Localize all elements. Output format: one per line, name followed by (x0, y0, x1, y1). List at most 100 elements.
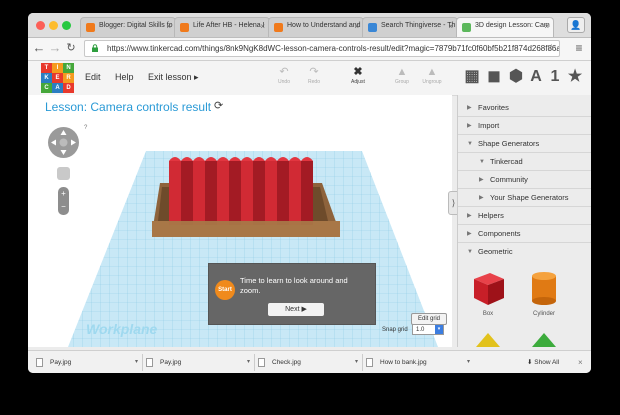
number-shape-icon[interactable]: 1 (547, 68, 563, 86)
blogger-icon (274, 23, 283, 32)
chevron-down-icon[interactable]: ▾ (135, 355, 138, 370)
logo-letter: N (63, 63, 74, 73)
undo-button[interactable]: ↶ Undo (272, 65, 296, 85)
orbit-control[interactable] (48, 127, 79, 158)
menu-help[interactable]: Help (115, 72, 134, 82)
close-tab-icon[interactable]: × (354, 22, 359, 31)
divider (362, 354, 363, 371)
zoom-window-button[interactable] (62, 21, 71, 30)
chevron-down-icon: ▾ (435, 325, 443, 334)
panel-item-community[interactable]: ▶ Community (458, 171, 591, 189)
panel-item-tinkercad[interactable]: ▼ Tinkercad (458, 153, 591, 171)
group-button[interactable]: ▲ Group (390, 65, 414, 85)
tab-3d-design-lesson[interactable]: 3D design Lesson: Cam × (456, 17, 554, 37)
workplane-canvas[interactable]: Lesson: Camera controls result ⟳ ? + − W… (28, 95, 452, 347)
bookmark-star-icon[interactable]: ☆ (547, 41, 556, 56)
file-icon (258, 358, 265, 367)
next-button[interactable]: Next ▶ (268, 303, 324, 316)
reload-icon[interactable]: ↻ (64, 40, 78, 56)
tab-thingiverse[interactable]: Search Thingiverse - Thi × (362, 17, 458, 37)
caret-right-icon: ▶ (467, 231, 472, 237)
snap-grid-select[interactable]: 1.0 ▾ (412, 324, 444, 335)
logo-letter: R (63, 73, 74, 83)
blogger-icon (86, 23, 95, 32)
shapes-panel: ▶ Favorites ▶ Import ▼ Shape Generators ▼ Ti… (457, 95, 591, 347)
snap-grid-label: Snap grid (382, 327, 408, 333)
tab-life-after-hb[interactable]: Life After HB - Helena I × (174, 17, 270, 37)
forward-icon[interactable]: → (48, 40, 62, 56)
logo-letter: C (41, 83, 52, 93)
text-shape-icon[interactable]: A (528, 68, 544, 86)
panel-item-components[interactable]: ▶ Components (458, 225, 591, 243)
tab-label: 3D design Lesson: Cam (475, 22, 550, 29)
browser-menu-icon[interactable]: ≡ (572, 40, 586, 56)
menu-edit[interactable]: Edit (85, 72, 101, 82)
tab-label: Life After HB - Helena I (193, 22, 265, 29)
zoom-in-icon[interactable]: + (58, 187, 69, 200)
shape-box[interactable]: Box (468, 267, 508, 317)
ungroup-icon: ▲ (426, 66, 438, 78)
logo-letter: I (52, 63, 63, 73)
tab-label: How to Understand and (287, 22, 361, 29)
shape-cylinder[interactable]: Cylinder (524, 267, 564, 317)
zoom-control[interactable]: + − (58, 187, 69, 215)
tab-strip: Blogger: Digital Skills fo × Life After … (28, 13, 591, 38)
show-all-button[interactable]: ⬇ Show All (527, 355, 559, 370)
chevron-down-icon[interactable]: ▾ (467, 355, 470, 370)
close-tab-icon[interactable]: × (448, 22, 453, 31)
tinkercad-toolbar: T I N K E R C A D Edit Help Exit lesson … (28, 61, 591, 96)
chevron-down-icon[interactable]: ▾ (355, 355, 358, 370)
menu-exit-lesson[interactable]: Exit lesson ▸ (148, 72, 199, 83)
download-item[interactable]: Pay.jpg ▾ (36, 355, 138, 370)
panel-item-shape-generators[interactable]: ▼ Shape Generators (458, 135, 591, 153)
box-view-icon[interactable]: ◼ (486, 68, 502, 86)
panel-item-favorites[interactable]: ▶ Favorites (458, 99, 591, 117)
close-window-button[interactable] (36, 21, 45, 30)
file-icon (366, 358, 373, 367)
tab-blogger[interactable]: Blogger: Digital Skills fo × (80, 17, 176, 37)
close-tab-icon[interactable]: × (544, 22, 549, 31)
cylinder-shape-icon (532, 272, 556, 305)
caret-right-icon: ▶ (467, 213, 472, 219)
browser-window: Blogger: Digital Skills fo × Life After … (28, 13, 591, 373)
download-item[interactable]: How to bank.jpg ▾ (366, 355, 470, 370)
panel-item-import[interactable]: ▶ Import (458, 117, 591, 135)
zoom-out-icon[interactable]: − (58, 200, 69, 213)
ungroup-button[interactable]: ▲ Ungroup (420, 65, 444, 85)
minimize-window-button[interactable] (49, 21, 58, 30)
back-icon[interactable]: ← (32, 40, 46, 56)
profile-icon[interactable]: 👤 (567, 17, 585, 33)
close-tab-icon[interactable]: × (260, 22, 265, 31)
help-icon[interactable]: ? (84, 125, 87, 131)
download-item[interactable]: Check.jpg ▾ (258, 355, 358, 370)
close-tab-icon[interactable]: × (166, 22, 171, 31)
divider (142, 354, 143, 371)
restart-lesson-icon[interactable]: ⟳ (214, 99, 223, 112)
panel-item-helpers[interactable]: ▶ Helpers (458, 207, 591, 225)
download-shelf: Pay.jpg ▾ Pay.jpg ▾ Check.jpg ▾ How to bank… (28, 350, 591, 373)
shape-label: Cylinder (532, 311, 555, 317)
panel-item-your-shape-generators[interactable]: ▶ Your Shape Generators (458, 189, 591, 207)
caret-right-icon: ▶ (467, 105, 472, 111)
orbit-arrows-icon (51, 130, 76, 155)
chevron-down-icon[interactable]: ▾ (247, 355, 250, 370)
close-shelf-icon[interactable]: × (578, 355, 583, 370)
logo-letter: K (41, 73, 52, 83)
star-shape-icon[interactable]: ★ (567, 68, 583, 86)
undo-icon: ↶ (279, 66, 289, 78)
redo-button[interactable]: ↷ Redo (302, 65, 326, 85)
lesson-tooltip: Start Time to learn to look around and z… (208, 263, 376, 325)
cone-shape-icon[interactable] (532, 333, 556, 347)
tab-how-to-understand[interactable]: How to Understand and × (268, 17, 364, 37)
panel-item-geometric[interactable]: ▼ Geometric (458, 243, 591, 261)
snap-grid-value: 1.0 (416, 327, 425, 333)
cube-view-icon[interactable]: ⬢ (508, 68, 524, 86)
home-view-icon[interactable] (57, 167, 70, 180)
address-bar[interactable]: https://www.tinkercad.com/things/8nk9NgK… (84, 40, 560, 57)
download-item[interactable]: Pay.jpg ▾ (146, 355, 250, 370)
divider (254, 354, 255, 371)
grid-view-icon[interactable]: ▦ (464, 68, 480, 86)
tinkercad-logo[interactable]: T I N K E R C A D (41, 63, 74, 93)
pyramid-shape-icon[interactable] (476, 333, 500, 347)
adjust-button[interactable]: ✖ Adjust (346, 65, 370, 85)
